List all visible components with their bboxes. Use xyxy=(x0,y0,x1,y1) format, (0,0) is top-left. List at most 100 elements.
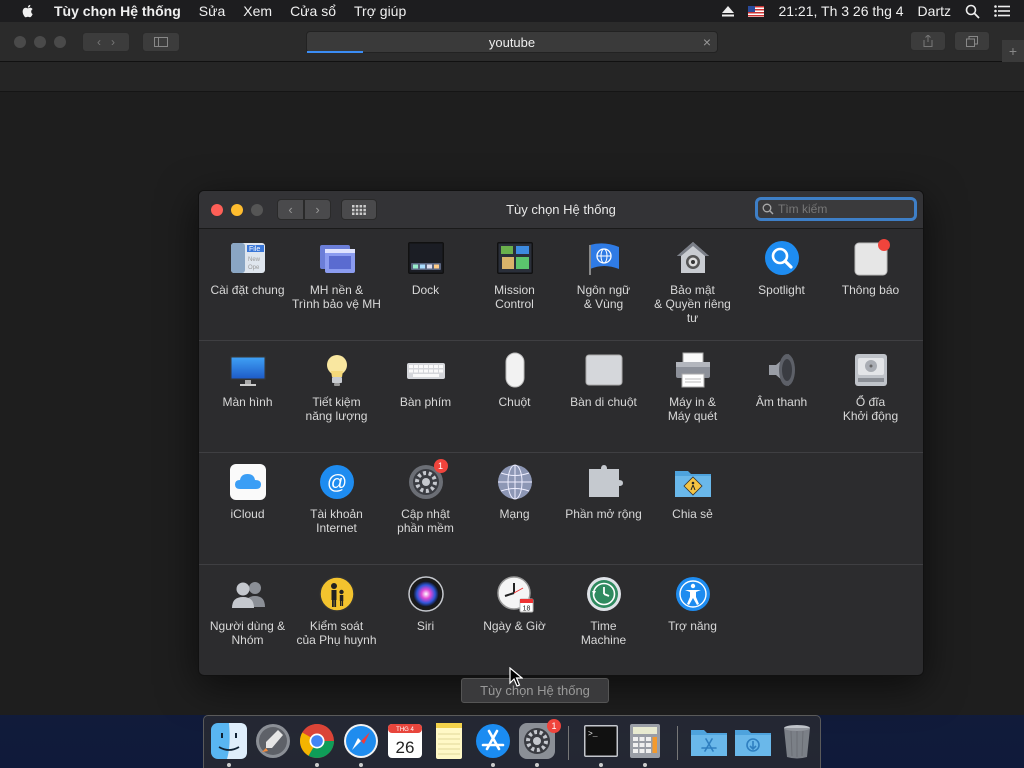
sidebar-toggle-button[interactable] xyxy=(142,31,180,52)
back-button[interactable]: ‹ xyxy=(277,199,304,220)
pane-printers-scanners[interactable]: Máy in & Máy quét xyxy=(648,351,737,423)
pane-extensions[interactable]: Phần mở rộng xyxy=(559,463,648,521)
dock-item-safari[interactable] xyxy=(342,722,380,767)
dock-item-launchpad[interactable] xyxy=(254,722,292,760)
displays-icon xyxy=(229,351,267,389)
menu-edit[interactable]: Sửa xyxy=(199,3,226,19)
pane-startup-disk[interactable]: Ổ đĩa Khởi động xyxy=(826,351,915,423)
pane-label: Cài đặt chung xyxy=(210,283,285,297)
svg-text:@: @ xyxy=(326,472,346,494)
pane-general[interactable]: File New Ope Cài đặt chung xyxy=(203,239,292,297)
browser-zoom-button[interactable] xyxy=(54,35,66,48)
dock-tooltip: Tùy chọn Hệ thống xyxy=(461,678,609,703)
update-count-badge: 1 xyxy=(433,459,448,473)
pane-notifications[interactable]: Thông báo xyxy=(826,239,915,297)
pane-label: Kiểm soát của Phụ huynh xyxy=(296,619,377,647)
pane-security-privacy[interactable]: Bảo mật & Quyền riêng tư xyxy=(648,239,737,325)
pane-software-update[interactable]: 1 Cập nhật phần mềm xyxy=(381,459,470,535)
dock-item-downloads[interactable] xyxy=(734,722,772,760)
pane-label: Siri xyxy=(416,619,435,633)
pane-sound[interactable]: Âm thanh xyxy=(737,351,826,409)
pane-accessibility[interactable]: Trợ năng xyxy=(648,575,737,633)
launchpad-icon xyxy=(256,724,290,758)
forward-button[interactable]: › xyxy=(304,199,331,220)
pane-label: Người dùng & Nhóm xyxy=(209,619,286,647)
trash-icon xyxy=(784,725,810,759)
sharing-icon xyxy=(674,463,712,501)
tabs-overview-button[interactable] xyxy=(954,31,990,51)
spotlight-search-icon[interactable] xyxy=(965,4,980,19)
new-tab-button[interactable]: + xyxy=(1002,40,1024,62)
pane-time-machine[interactable]: Time Machine xyxy=(559,575,648,647)
dock-item-system-preferences[interactable]: 1 xyxy=(518,719,561,767)
dock-item-trash[interactable] xyxy=(778,722,816,760)
dock-item-terminal[interactable]: >_ xyxy=(582,722,620,767)
close-button[interactable] xyxy=(211,204,223,216)
pane-sharing[interactable]: Chia sẻ xyxy=(648,463,737,521)
menu-user[interactable]: Dartz xyxy=(918,3,951,19)
stop-loading-icon[interactable]: × xyxy=(703,34,711,50)
pane-language-region[interactable]: Ngôn ngữ & Vùng xyxy=(559,239,648,311)
running-indicator xyxy=(359,763,363,767)
pane-users-groups[interactable]: Người dùng & Nhóm xyxy=(203,575,292,647)
pane-spotlight[interactable]: Spotlight xyxy=(737,239,826,297)
eject-icon[interactable] xyxy=(722,5,735,17)
menu-view[interactable]: Xem xyxy=(243,3,272,19)
svg-text:THG 4: THG 4 xyxy=(396,727,414,733)
menu-clock[interactable]: 21:21, Th 3 26 thg 4 xyxy=(778,3,903,19)
pane-network[interactable]: Mạng xyxy=(470,463,559,521)
pane-label: Mission Control xyxy=(494,283,535,311)
forward-arrow-icon: › xyxy=(111,34,115,49)
pane-keyboard[interactable]: Bàn phím xyxy=(381,351,470,409)
dock-item-applications[interactable] xyxy=(690,722,728,760)
address-bar-text: youtube xyxy=(488,34,536,50)
zoom-button[interactable] xyxy=(251,204,263,216)
search-field[interactable] xyxy=(755,197,917,221)
dock-item-calendar[interactable]: THG 4 26 xyxy=(386,722,424,760)
menu-window[interactable]: Cửa sổ xyxy=(290,3,336,19)
pane-label: Time Machine xyxy=(580,619,627,647)
dock-item-notes[interactable] xyxy=(430,722,468,760)
show-all-button[interactable] xyxy=(341,199,377,220)
apple-menu-icon[interactable] xyxy=(20,3,36,19)
share-button[interactable] xyxy=(910,31,946,51)
pane-desktop-screensaver[interactable]: MH nền & Trình bảo vệ MH xyxy=(292,239,381,311)
pane-trackpad[interactable]: Bàn di chuột xyxy=(559,351,648,409)
pane-parental-controls[interactable]: Kiểm soát của Phụ huynh xyxy=(292,575,381,647)
pane-siri[interactable]: Siri xyxy=(381,575,470,633)
dock-item-chrome[interactable] xyxy=(298,722,336,767)
dock-item-calculator[interactable] xyxy=(626,722,664,767)
pane-energy-saver[interactable]: Tiết kiệm năng lượng xyxy=(292,351,381,423)
syspref-titlebar: ‹ › Tùy chọn Hệ thống xyxy=(199,191,923,229)
svg-text:>_: >_ xyxy=(588,730,598,739)
pane-mouse[interactable]: Chuột xyxy=(470,351,559,409)
input-source-flag-icon[interactable] xyxy=(748,5,765,17)
dock-item-finder[interactable] xyxy=(210,722,248,767)
dock-item-app-store[interactable] xyxy=(474,722,512,767)
pane-icloud[interactable]: iCloud xyxy=(203,463,292,521)
browser-minimize-button[interactable] xyxy=(34,35,46,48)
safari-icon xyxy=(344,724,378,758)
pane-label: Âm thanh xyxy=(755,395,808,409)
menu-app-name[interactable]: Tùy chọn Hệ thống xyxy=(54,3,181,19)
browser-back-forward-button[interactable]: ‹ › xyxy=(82,31,130,52)
internet-accounts-icon: @ xyxy=(318,463,356,501)
browser-close-button[interactable] xyxy=(14,35,26,48)
applications-folder-icon xyxy=(691,730,727,756)
address-bar[interactable]: youtube × xyxy=(306,31,718,53)
calculator-icon xyxy=(630,724,660,758)
minimize-button[interactable] xyxy=(231,204,243,216)
notification-center-icon[interactable] xyxy=(994,5,1010,17)
desktop-screensaver-icon xyxy=(318,239,356,277)
pane-displays[interactable]: Màn hình xyxy=(203,351,292,409)
pane-dock[interactable]: Dock xyxy=(381,239,470,297)
pane-mission-control[interactable]: Mission Control xyxy=(470,239,559,311)
network-icon xyxy=(496,463,534,501)
tabs-icon xyxy=(966,35,978,47)
pane-date-time[interactable]: 18 Ngày & Giờ xyxy=(470,575,559,633)
notes-icon xyxy=(436,723,462,759)
menu-help[interactable]: Trợ giúp xyxy=(354,3,406,19)
pane-label: Chuột xyxy=(498,395,531,409)
pane-internet-accounts[interactable]: @ Tài khoản Internet xyxy=(292,463,381,535)
search-input[interactable] xyxy=(778,202,908,216)
